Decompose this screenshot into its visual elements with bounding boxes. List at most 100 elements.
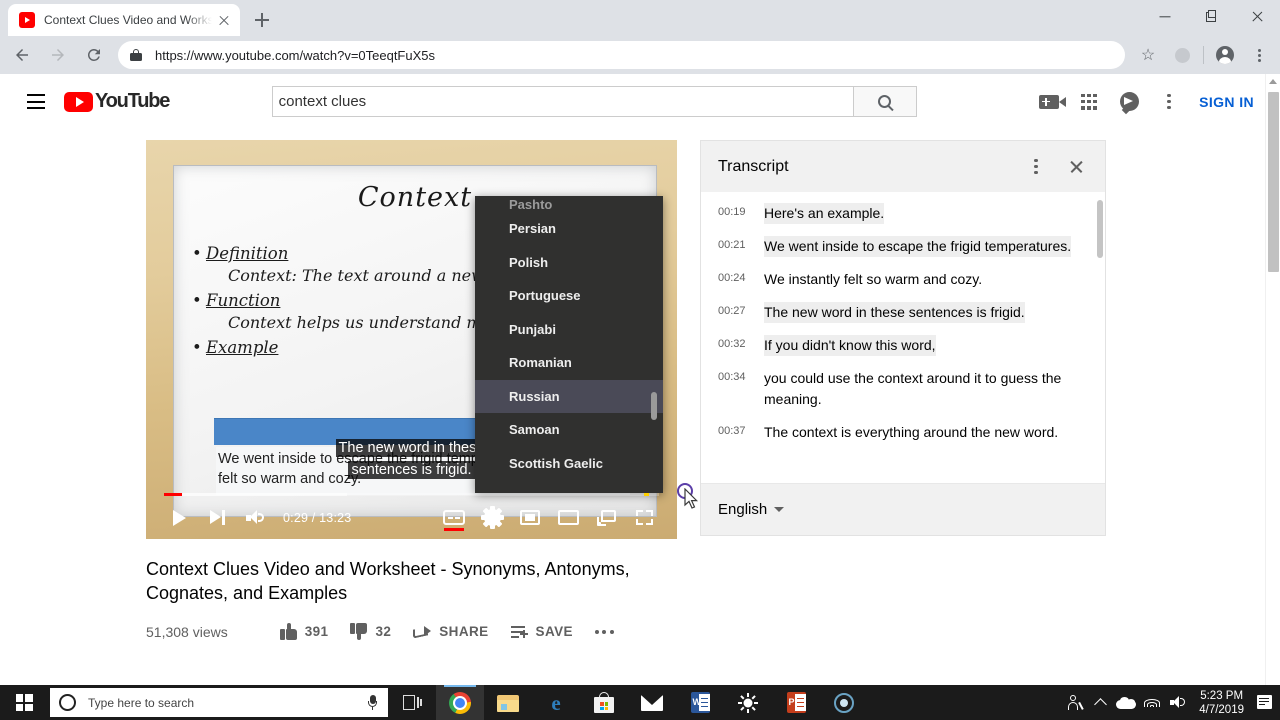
browser-tab[interactable]: Context Clues Video and Worksh	[8, 4, 240, 36]
transcript-scrollbar[interactable]	[1097, 200, 1103, 360]
wifi-icon[interactable]	[1139, 685, 1165, 720]
search-area	[169, 86, 1029, 117]
scroll-up-arrow-icon[interactable]	[1269, 79, 1277, 84]
messages-icon[interactable]	[1109, 82, 1149, 122]
mail-icon[interactable]	[628, 685, 676, 720]
language-menu-scrollbar[interactable]	[651, 202, 657, 487]
chrome-menu-icon[interactable]	[1245, 41, 1273, 69]
more-actions-icon[interactable]	[584, 629, 625, 634]
onedrive-icon[interactable]	[1113, 685, 1139, 720]
clock-time: 5:23 PM	[1200, 689, 1244, 702]
language-option-punjabi[interactable]: Punjabi	[475, 313, 663, 347]
fullscreen-icon[interactable]	[625, 499, 663, 537]
new-tab-button[interactable]	[248, 6, 276, 34]
video-player[interactable]: Context • Definition Context: The text ar…	[146, 140, 677, 539]
people-icon[interactable]	[1061, 685, 1087, 720]
transcript-text: you could use the context around it to g…	[764, 370, 1062, 407]
language-option-russian[interactable]: Russian	[475, 379, 663, 413]
next-video-icon[interactable]	[198, 499, 236, 537]
transcript-timestamp: 00:32	[718, 338, 746, 350]
like-button[interactable]: 391	[269, 623, 340, 640]
powerpoint-icon[interactable]: P	[772, 685, 820, 720]
word-icon[interactable]: W	[676, 685, 724, 720]
transcript-row[interactable]: 00:27 The new word in these sentences is…	[701, 296, 1105, 329]
settings-gear-icon[interactable]	[473, 499, 511, 537]
language-option-portuguese[interactable]: Portuguese	[475, 279, 663, 313]
language-option-samoan[interactable]: Samoan	[475, 413, 663, 447]
share-button[interactable]: SHARE	[402, 624, 499, 639]
show-hidden-icons-icon[interactable]	[1087, 685, 1113, 720]
star-icon[interactable]: ☆	[1134, 41, 1162, 69]
tab-strip: Context Clues Video and Worksh	[0, 0, 1280, 36]
language-option-scottish-gaelic[interactable]: Scottish Gaelic	[475, 447, 663, 481]
account-icon[interactable]	[1211, 41, 1239, 69]
microphone-icon[interactable]	[368, 695, 377, 710]
address-bar[interactable]: https://www.youtube.com/watch?v=0TeeqtFu…	[118, 41, 1125, 69]
more-vertical-icon[interactable]	[1149, 82, 1189, 122]
page-scrollbar-thumb[interactable]	[1268, 92, 1279, 272]
microsoft-store-icon[interactable]	[580, 685, 628, 720]
header-actions: SIGN IN	[1029, 82, 1264, 122]
transcript-text: We instantly felt so warm and cozy.	[764, 271, 983, 287]
page-scrollbar[interactable]	[1265, 74, 1280, 720]
save-button[interactable]: SAVE	[500, 624, 584, 639]
language-option-romanian[interactable]: Romanian	[475, 346, 663, 380]
edge-icon[interactable]: e	[532, 685, 580, 720]
volume-icon[interactable]	[1165, 685, 1191, 720]
youtube-header: YouTube SIGN IN	[0, 74, 1280, 130]
theater-mode-icon[interactable]	[549, 499, 587, 537]
system-tray: 5:23 PM 4/7/2019	[1061, 685, 1280, 720]
browser-chrome: Context Clues Video and Worksh https://w…	[0, 0, 1280, 74]
minimize-button[interactable]	[1142, 0, 1188, 34]
reload-icon[interactable]	[79, 40, 109, 70]
search-input[interactable]	[271, 86, 853, 117]
transcript-more-vertical-icon[interactable]	[1021, 152, 1051, 182]
sign-in-button[interactable]: SIGN IN	[1189, 86, 1264, 118]
screen-recorder-icon[interactable]	[820, 685, 868, 720]
youtube-logo[interactable]: YouTube	[64, 90, 170, 113]
video-camera-icon[interactable]	[1029, 82, 1069, 122]
language-option-persian[interactable]: Persian	[475, 212, 663, 246]
back-arrow-icon[interactable]	[7, 40, 37, 70]
cast-icon[interactable]	[587, 499, 625, 537]
transcript-row[interactable]: 00:32 If you didn't know this word,	[701, 329, 1105, 362]
subtitle-language-menu[interactable]: Pashto Persian Polish Portuguese Punjabi…	[475, 196, 663, 493]
transcript-timestamp: 00:21	[718, 239, 746, 251]
language-option-polish[interactable]: Polish	[475, 246, 663, 280]
transcript-row[interactable]: 00:19 Here's an example.	[701, 197, 1105, 230]
close-window-button[interactable]	[1234, 0, 1280, 34]
transcript-list[interactable]: 00:19 Here's an example. 00:21 We went i…	[701, 192, 1105, 483]
transcript-row[interactable]: 00:21 We went inside to escape the frigi…	[701, 230, 1105, 263]
action-center-icon[interactable]	[1252, 685, 1274, 720]
transcript-row[interactable]: 00:37 The context is everything around t…	[701, 416, 1105, 449]
transcript-timestamp: 00:24	[718, 272, 746, 284]
dislike-button[interactable]: 32	[339, 623, 402, 640]
search-button[interactable]	[852, 86, 917, 117]
task-view-icon[interactable]	[388, 685, 436, 720]
transcript-row[interactable]: 00:24 We instantly felt so warm and cozy…	[701, 263, 1105, 296]
youtube-favicon-icon	[19, 12, 35, 28]
hamburger-icon[interactable]	[24, 90, 48, 114]
volume-icon[interactable]	[236, 499, 274, 537]
close-icon[interactable]	[216, 12, 232, 28]
chevron-down-icon	[774, 507, 785, 512]
profile-circle-icon[interactable]	[1168, 41, 1196, 69]
language-option-pashto[interactable]: Pashto	[475, 196, 663, 212]
closed-captions-icon[interactable]	[435, 499, 473, 537]
brightness-icon[interactable]	[724, 685, 772, 720]
share-icon	[413, 625, 432, 639]
play-icon[interactable]	[160, 499, 198, 537]
miniplayer-icon[interactable]	[511, 499, 549, 537]
file-explorer-icon[interactable]	[484, 685, 532, 720]
search-icon	[878, 95, 892, 108]
taskbar-clock[interactable]: 5:23 PM 4/7/2019	[1191, 689, 1252, 717]
transcript-row[interactable]: 00:34 you could use the context around i…	[701, 362, 1105, 416]
chrome-icon[interactable]	[436, 685, 484, 720]
apps-grid-icon[interactable]	[1069, 82, 1109, 122]
taskbar-search-box[interactable]: Type here to search	[50, 688, 388, 717]
windows-start-icon[interactable]	[0, 685, 48, 720]
transcript-close-icon[interactable]	[1061, 152, 1091, 182]
restore-button[interactable]	[1188, 0, 1234, 34]
forward-arrow-icon[interactable]	[43, 40, 73, 70]
transcript-language-selector[interactable]: English	[718, 501, 785, 518]
